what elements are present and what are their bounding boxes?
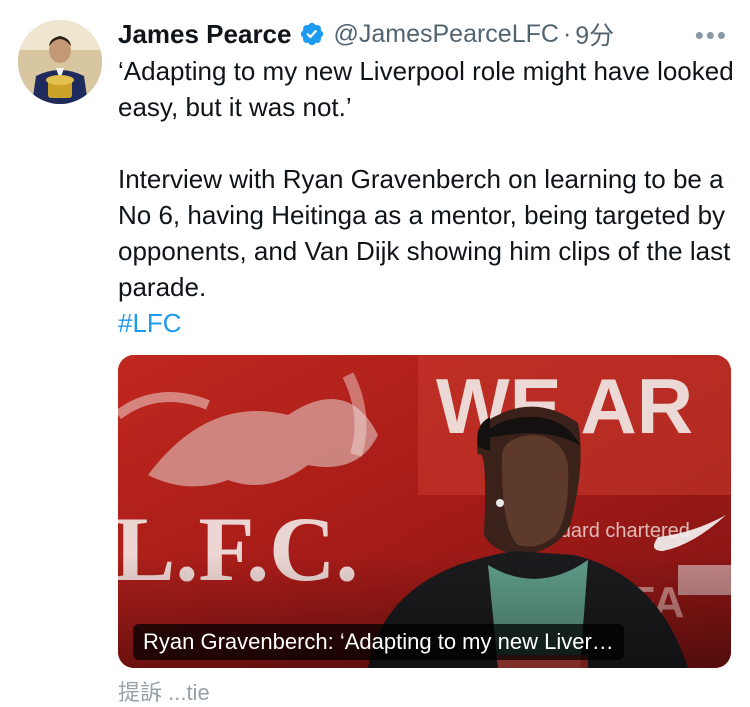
card-photo-signage: WE AR L.F.C. standard chartered THE FA: [118, 362, 731, 668]
separator-dot: ·: [562, 19, 572, 48]
card-title: Ryan Gravenberch: ‘Adapting to my new Li…: [133, 624, 624, 660]
link-preview-card[interactable]: WE AR L.F.C. standard chartered THE FA R…: [118, 355, 731, 668]
next-content-peek: 提訴 ...tie: [118, 680, 210, 705]
tweet-quote-line: ‘Adapting to my new Liverpool role might…: [118, 56, 734, 122]
hashtag-link[interactable]: #LFC: [118, 308, 182, 338]
avatar-photo: [18, 20, 102, 104]
author-name[interactable]: James Pearce: [118, 19, 291, 50]
tweet-header: James Pearce @JamesPearceLFC · 9分: [118, 16, 614, 52]
author-handle[interactable]: @JamesPearceLFC: [333, 20, 558, 49]
more-options-icon[interactable]: •••: [695, 20, 728, 51]
tweet-timestamp[interactable]: 9分: [575, 16, 614, 52]
author-avatar[interactable]: [18, 20, 102, 104]
tweet-description: Interview with Ryan Gravenberch on learn…: [118, 164, 731, 302]
tweet-text: ‘Adapting to my new Liverpool role might…: [118, 53, 738, 341]
verified-badge-icon: [301, 22, 324, 46]
tweet[interactable]: James Pearce @JamesPearceLFC · 9分 ••• ‘A…: [0, 0, 750, 705]
